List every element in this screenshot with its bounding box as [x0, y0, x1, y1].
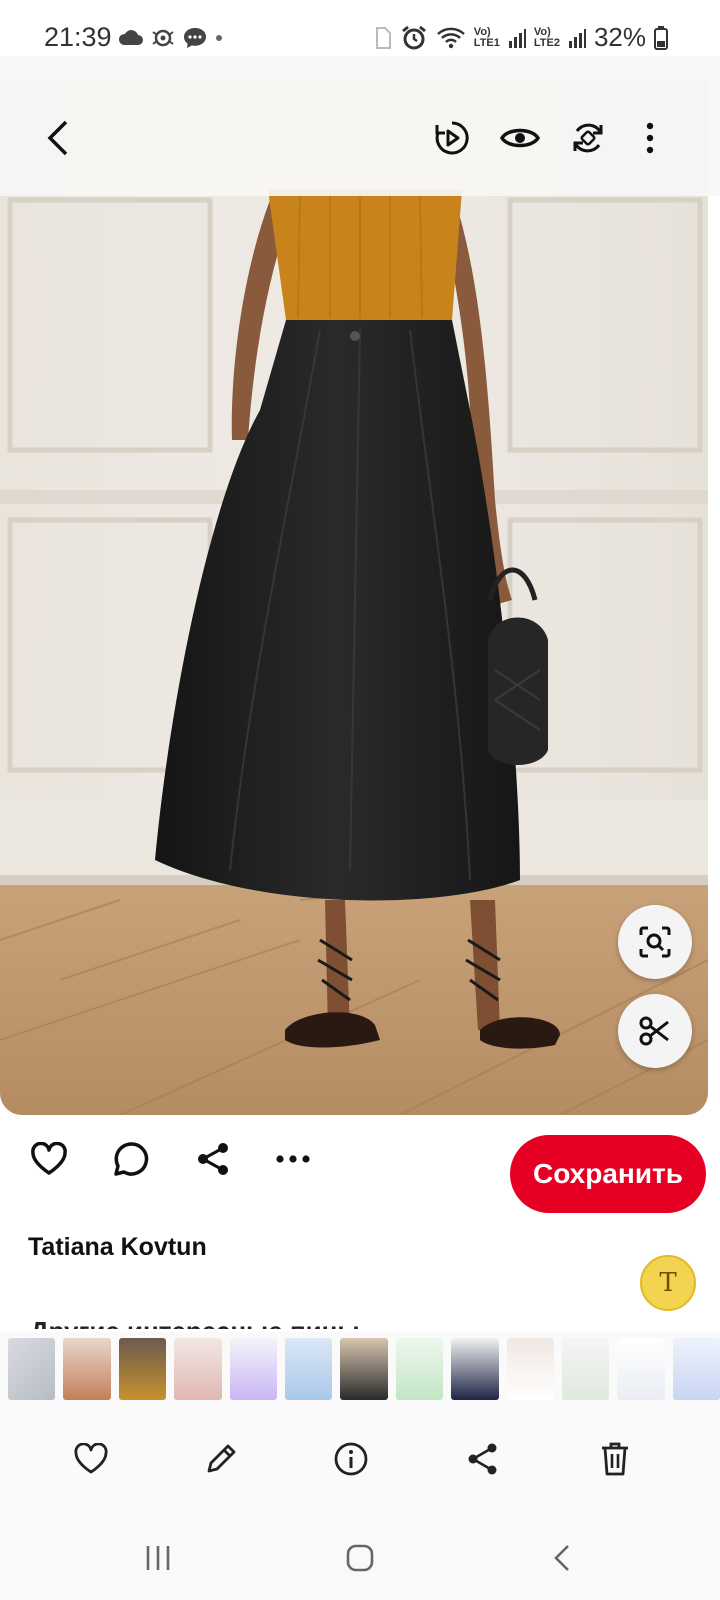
- gear-bug-icon: [152, 29, 174, 47]
- outfit-photo: [0, 80, 708, 1115]
- sim1-label: Vo) LTE1: [473, 25, 500, 49]
- trash-icon: [602, 1442, 628, 1476]
- edit-button[interactable]: [198, 1436, 244, 1482]
- thumbnail[interactable]: [174, 1338, 222, 1400]
- info-button[interactable]: [328, 1436, 374, 1482]
- signal-icon: [508, 28, 526, 48]
- system-back-button[interactable]: [534, 1534, 590, 1582]
- thumbnail[interactable]: [118, 1338, 167, 1400]
- gallery-action-bar: [0, 1406, 720, 1518]
- save-button[interactable]: Сохранить: [510, 1135, 706, 1213]
- view-button[interactable]: [496, 114, 544, 162]
- thumbnail[interactable]: [395, 1338, 444, 1400]
- rotate-button[interactable]: [564, 114, 612, 162]
- status-time: 21:39: [44, 22, 112, 52]
- system-nav-bar: [0, 1518, 720, 1600]
- avatar[interactable]: T: [640, 1255, 696, 1311]
- dot-icon: [216, 35, 222, 41]
- avatar-letter: T: [659, 1268, 677, 1298]
- comment-icon: [114, 1142, 149, 1176]
- thumbnail[interactable]: [451, 1338, 499, 1400]
- pin-image[interactable]: [0, 80, 708, 1115]
- thumbnail[interactable]: [672, 1338, 720, 1400]
- alarm-icon: [401, 25, 426, 49]
- thumbnail[interactable]: [506, 1338, 554, 1400]
- sim-icon: [375, 26, 391, 49]
- visual-search-icon: [639, 926, 671, 958]
- share-icon: [468, 1443, 497, 1475]
- scissors-button[interactable]: [618, 994, 692, 1068]
- wifi-icon: [436, 27, 465, 48]
- thumbnail[interactable]: [8, 1338, 56, 1400]
- home-button[interactable]: [332, 1534, 388, 1582]
- more-actions-button[interactable]: [270, 1136, 316, 1182]
- recents-button[interactable]: [130, 1534, 186, 1582]
- author-name[interactable]: Tatiana Kovtun: [28, 1233, 207, 1262]
- gallery-thumbnail-strip: [0, 1332, 720, 1406]
- recents-icon: [146, 1546, 170, 1570]
- status-left-icons: [118, 26, 224, 50]
- more-horizontal-icon: [276, 1155, 310, 1163]
- back-button[interactable]: [34, 114, 82, 162]
- heart-icon: [31, 1142, 67, 1175]
- home-icon: [346, 1544, 374, 1572]
- thumbnail[interactable]: [229, 1338, 277, 1400]
- visual-search-button[interactable]: [618, 905, 692, 979]
- signal-icon: [568, 28, 586, 48]
- delete-button[interactable]: [592, 1436, 638, 1482]
- back-chevron-icon: [47, 120, 68, 156]
- thumbnail[interactable]: [284, 1338, 333, 1400]
- battery-icon: [654, 25, 668, 50]
- eye-icon: [500, 128, 540, 148]
- share-button[interactable]: [190, 1136, 236, 1182]
- like-button[interactable]: [26, 1136, 72, 1182]
- thumbnail[interactable]: [561, 1338, 610, 1400]
- more-vertical-icon: [646, 122, 654, 154]
- heart-outline-icon: [74, 1443, 108, 1474]
- sim2-label: Vo) LTE2: [533, 25, 560, 49]
- share-icon: [198, 1143, 228, 1175]
- back-icon: [554, 1545, 569, 1571]
- scissors-icon: [639, 1016, 669, 1046]
- status-bar: 21:39 Vo) LTE1 Vo) LTE2 32%: [0, 0, 720, 80]
- info-icon: [334, 1442, 368, 1476]
- message-bubble-icon: [184, 28, 206, 48]
- thumbnail[interactable]: [63, 1338, 111, 1400]
- replay-button[interactable]: [428, 114, 476, 162]
- edit-pencil-icon: [207, 1444, 236, 1473]
- thumbnail[interactable]: [340, 1338, 388, 1400]
- replay-icon: [435, 121, 469, 155]
- more-options-button[interactable]: [630, 114, 670, 162]
- rotate-icon: [573, 123, 603, 153]
- comment-button[interactable]: [108, 1136, 154, 1182]
- share-image-button[interactable]: [460, 1436, 506, 1482]
- status-right-icons: Vo) LTE1 Vo) LTE2 32%: [374, 22, 668, 53]
- cloud-icon: [118, 30, 143, 45]
- thumbnail[interactable]: [617, 1338, 665, 1400]
- favorite-button[interactable]: [68, 1436, 114, 1482]
- battery-percent: 32%: [593, 22, 646, 52]
